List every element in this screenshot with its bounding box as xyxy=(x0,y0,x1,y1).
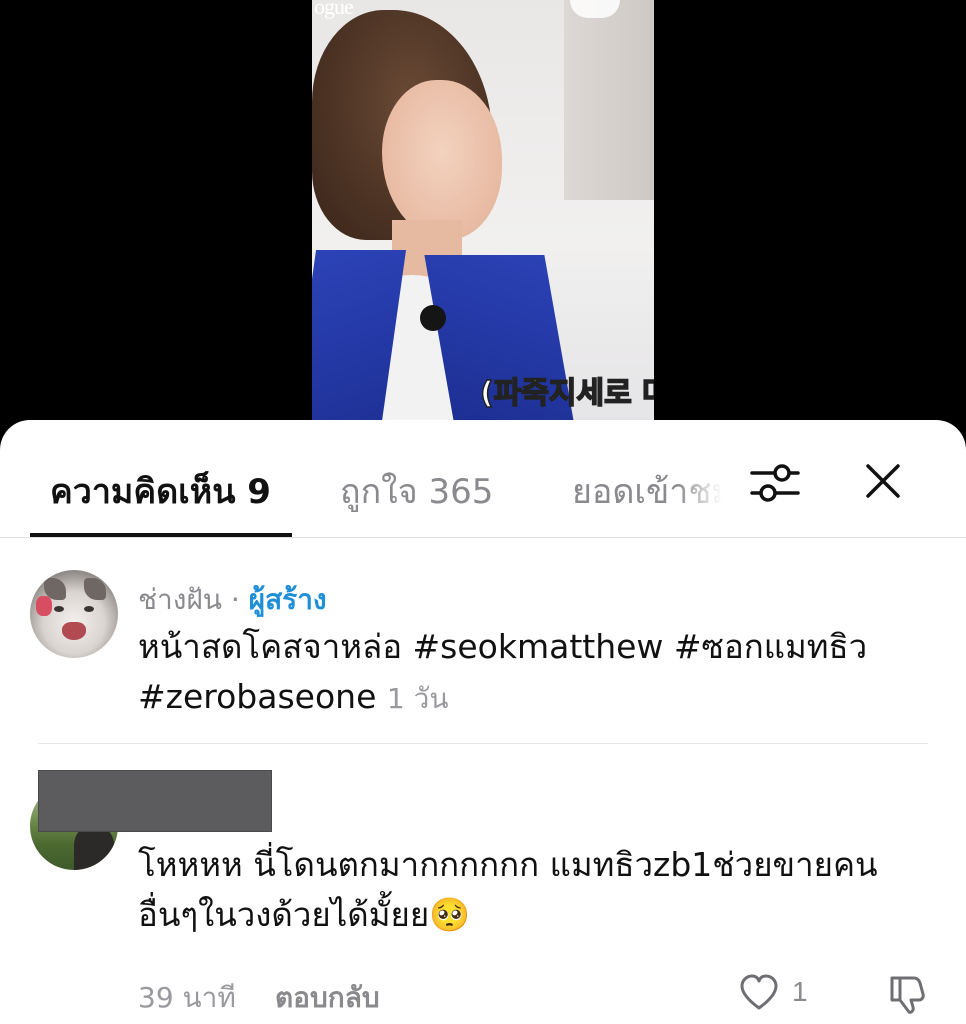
lapel-mic xyxy=(420,305,446,331)
avatar-cat-mouth xyxy=(62,622,86,640)
name-separator: · xyxy=(221,583,249,616)
comment-timestamp: 39 นาที xyxy=(138,981,236,1014)
like-count: 1 xyxy=(792,976,808,1007)
tab-likes[interactable]: ถูกใจ 365 xyxy=(340,464,493,518)
username-text: ช่างฝัน xyxy=(138,583,222,616)
tab-bar-divider xyxy=(0,537,966,538)
avatar[interactable] xyxy=(30,570,118,658)
tab-views[interactable]: ยอดเข้าชม xyxy=(572,464,722,518)
avatar-cat-eye xyxy=(54,606,64,612)
avatar-cat-eye xyxy=(84,606,94,612)
comment-text: โหหหห นี่โดนตกมากกกกกก แมทธิวzb1ช่วยขายค… xyxy=(138,840,928,940)
sliders-filter-icon xyxy=(750,464,800,502)
redacted-username xyxy=(38,770,272,832)
close-icon xyxy=(866,464,900,498)
comment-text: หน้าสดโคสจาหล่อ #seokmatthew #ซอกแมทธิว … xyxy=(138,622,928,724)
comment-body: หน้าสดโคสจาหล่อ #seokmatthew #ซอกแมทธิว … xyxy=(138,627,868,716)
dislike-button[interactable] xyxy=(884,972,928,1016)
like-button[interactable] xyxy=(738,972,780,1014)
close-button[interactable] xyxy=(858,456,908,506)
comments-sheet: ความคิดเห็น 9 ถูกใจ 365 ยอดเข้าชม ช่างฝั… xyxy=(0,420,966,1024)
video-player[interactable]: ogue (파죽지세로 마 xyxy=(312,0,654,440)
filter-button[interactable] xyxy=(748,456,802,510)
comment-divider xyxy=(38,743,928,744)
avatar-person xyxy=(74,826,114,870)
reply-button[interactable]: ตอบกลับ xyxy=(275,976,380,1020)
app-screen: ogue (파죽지세로 마 ความคิดเห็น 9 ถูกใจ 365 ยอ… xyxy=(0,0,966,1024)
avatar-cat-ear xyxy=(84,578,106,600)
avatar-accent xyxy=(36,596,52,616)
comment-timestamp: 1 วัน xyxy=(386,682,449,715)
thumbs-down-icon xyxy=(890,976,925,1014)
pleading-face-emoji: 🥺 xyxy=(429,895,471,934)
tab-comments[interactable]: ความคิดเห็น 9 xyxy=(50,464,271,518)
video-subtitle: (파죽지세로 마 xyxy=(479,375,654,412)
video-background xyxy=(564,0,654,200)
heart-outline-icon xyxy=(740,974,778,1010)
comment-author[interactable]: ช่างฝัน · ผู้สร้าง xyxy=(138,578,327,622)
creator-badge: ผู้สร้าง xyxy=(248,583,327,616)
comment-body: โหหหห นี่โดนตกมากกกกกก แมทธิวzb1ช่วยขายค… xyxy=(138,845,878,934)
sheet-tab-bar: ความคิดเห็น 9 ถูกใจ 365 ยอดเข้าชม xyxy=(0,420,966,538)
video-watermark-logo: ogue xyxy=(314,0,354,19)
